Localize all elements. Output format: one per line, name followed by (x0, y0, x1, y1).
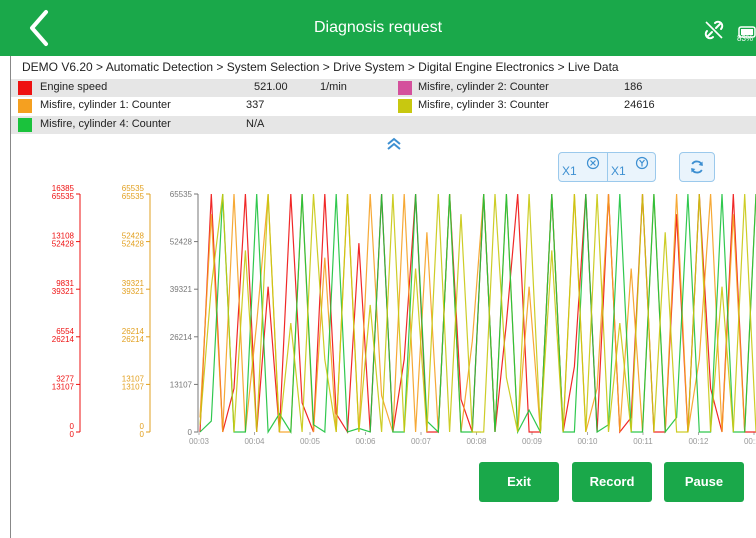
legend-value: 24616 (624, 99, 655, 111)
legend-swatch (398, 99, 412, 113)
y-tick-label: 0 (70, 430, 75, 439)
zoom-y-label: X1 (611, 164, 626, 178)
legend-name: Engine speed (40, 81, 108, 93)
disconnected-link-icon (704, 20, 724, 40)
legend-value: N/A (246, 118, 265, 130)
legend-swatch (18, 81, 32, 95)
legend-name: Misfire, cylinder 3: Counter (418, 99, 549, 111)
y-tick-label: 26214 (170, 333, 193, 342)
y-tick-label: 26214 (122, 335, 145, 344)
legend-row: Engine speed 521.00 1/min Misfire, cylin… (10, 79, 756, 97)
y-tick-label: 26214 (52, 335, 75, 344)
legend-name: Misfire, cylinder 4: Counter (40, 118, 171, 130)
zoom-y-button[interactable]: X1 (608, 153, 656, 181)
live-data-chart: 1638565535131085242898313932165542621432… (52, 184, 756, 446)
y-tick-label: 13107 (122, 382, 145, 391)
x-tick-label: 00:12 (688, 437, 709, 446)
legend-row: Misfire, cylinder 1: Counter 337 Misfire… (10, 97, 756, 115)
header-bar: Diagnosis request 83% (0, 0, 756, 56)
x-tick-label: 00:06 (355, 437, 376, 446)
y-tick-label: 39321 (170, 285, 193, 294)
y-tick-label: 52428 (52, 240, 75, 249)
page-title: Diagnosis request (313, 19, 443, 36)
y-tick-label: 52428 (170, 238, 193, 247)
collapse-up-icon[interactable] (385, 136, 403, 152)
refresh-button[interactable] (679, 152, 715, 182)
y-tick-label: 0 (188, 428, 193, 437)
x-tick-label: 00:03 (189, 437, 210, 446)
x-tick-label: 00:10 (577, 437, 598, 446)
exit-button[interactable]: Exit (479, 462, 559, 502)
y-tick-label: 65535 (170, 190, 193, 199)
x-tick-label: 00:09 (522, 437, 543, 446)
legend-name: Misfire, cylinder 2: Counter (418, 81, 549, 93)
breadcrumb: DEMO V6.20 > Automatic Detection > Syste… (22, 60, 619, 74)
x-tick-label: 00:04 (244, 437, 265, 446)
refresh-icon (691, 160, 703, 174)
legend-swatch (18, 118, 32, 132)
y-tick-label: 39321 (52, 287, 75, 296)
legend-row: Misfire, cylinder 4: Counter N/A (10, 116, 756, 134)
y-tick-label: 65535 (122, 192, 145, 201)
frame-left-edge (10, 56, 11, 538)
x-axis-zoom-icon (586, 156, 600, 170)
zoom-x-button[interactable]: X1 (559, 153, 607, 181)
y-tick-label: 13107 (52, 382, 75, 391)
x-tick-label: 00:11 (633, 437, 653, 446)
zoom-x-label: X1 (562, 164, 577, 178)
pause-button[interactable]: Pause (664, 462, 744, 502)
legend-value: 186 (624, 81, 643, 93)
legend-value: 521.00 (254, 81, 288, 93)
x-tick-label: 00:05 (300, 437, 321, 446)
x-tick-label: 00:07 (411, 437, 432, 446)
record-button[interactable]: Record (572, 462, 652, 502)
x-tick-label: 00:13 (744, 437, 756, 446)
y-axis-zoom-icon (635, 156, 649, 170)
y-tick-label: 0 (140, 430, 145, 439)
y-tick-label: 65535 (52, 192, 75, 201)
zoom-controls: X1 X1 (558, 152, 656, 182)
legend-swatch (18, 99, 32, 113)
y-tick-label: 39321 (122, 287, 145, 296)
y-tick-label: 13107 (170, 380, 193, 389)
legend-value: 337 (246, 99, 265, 111)
legend-unit: 1/min (320, 81, 347, 93)
legend-swatch (398, 81, 412, 95)
legend-name: Misfire, cylinder 1: Counter (40, 99, 171, 111)
y-tick-label: 52428 (122, 240, 145, 249)
battery-percent: 83% (737, 34, 754, 43)
x-tick-label: 00:08 (466, 437, 487, 446)
